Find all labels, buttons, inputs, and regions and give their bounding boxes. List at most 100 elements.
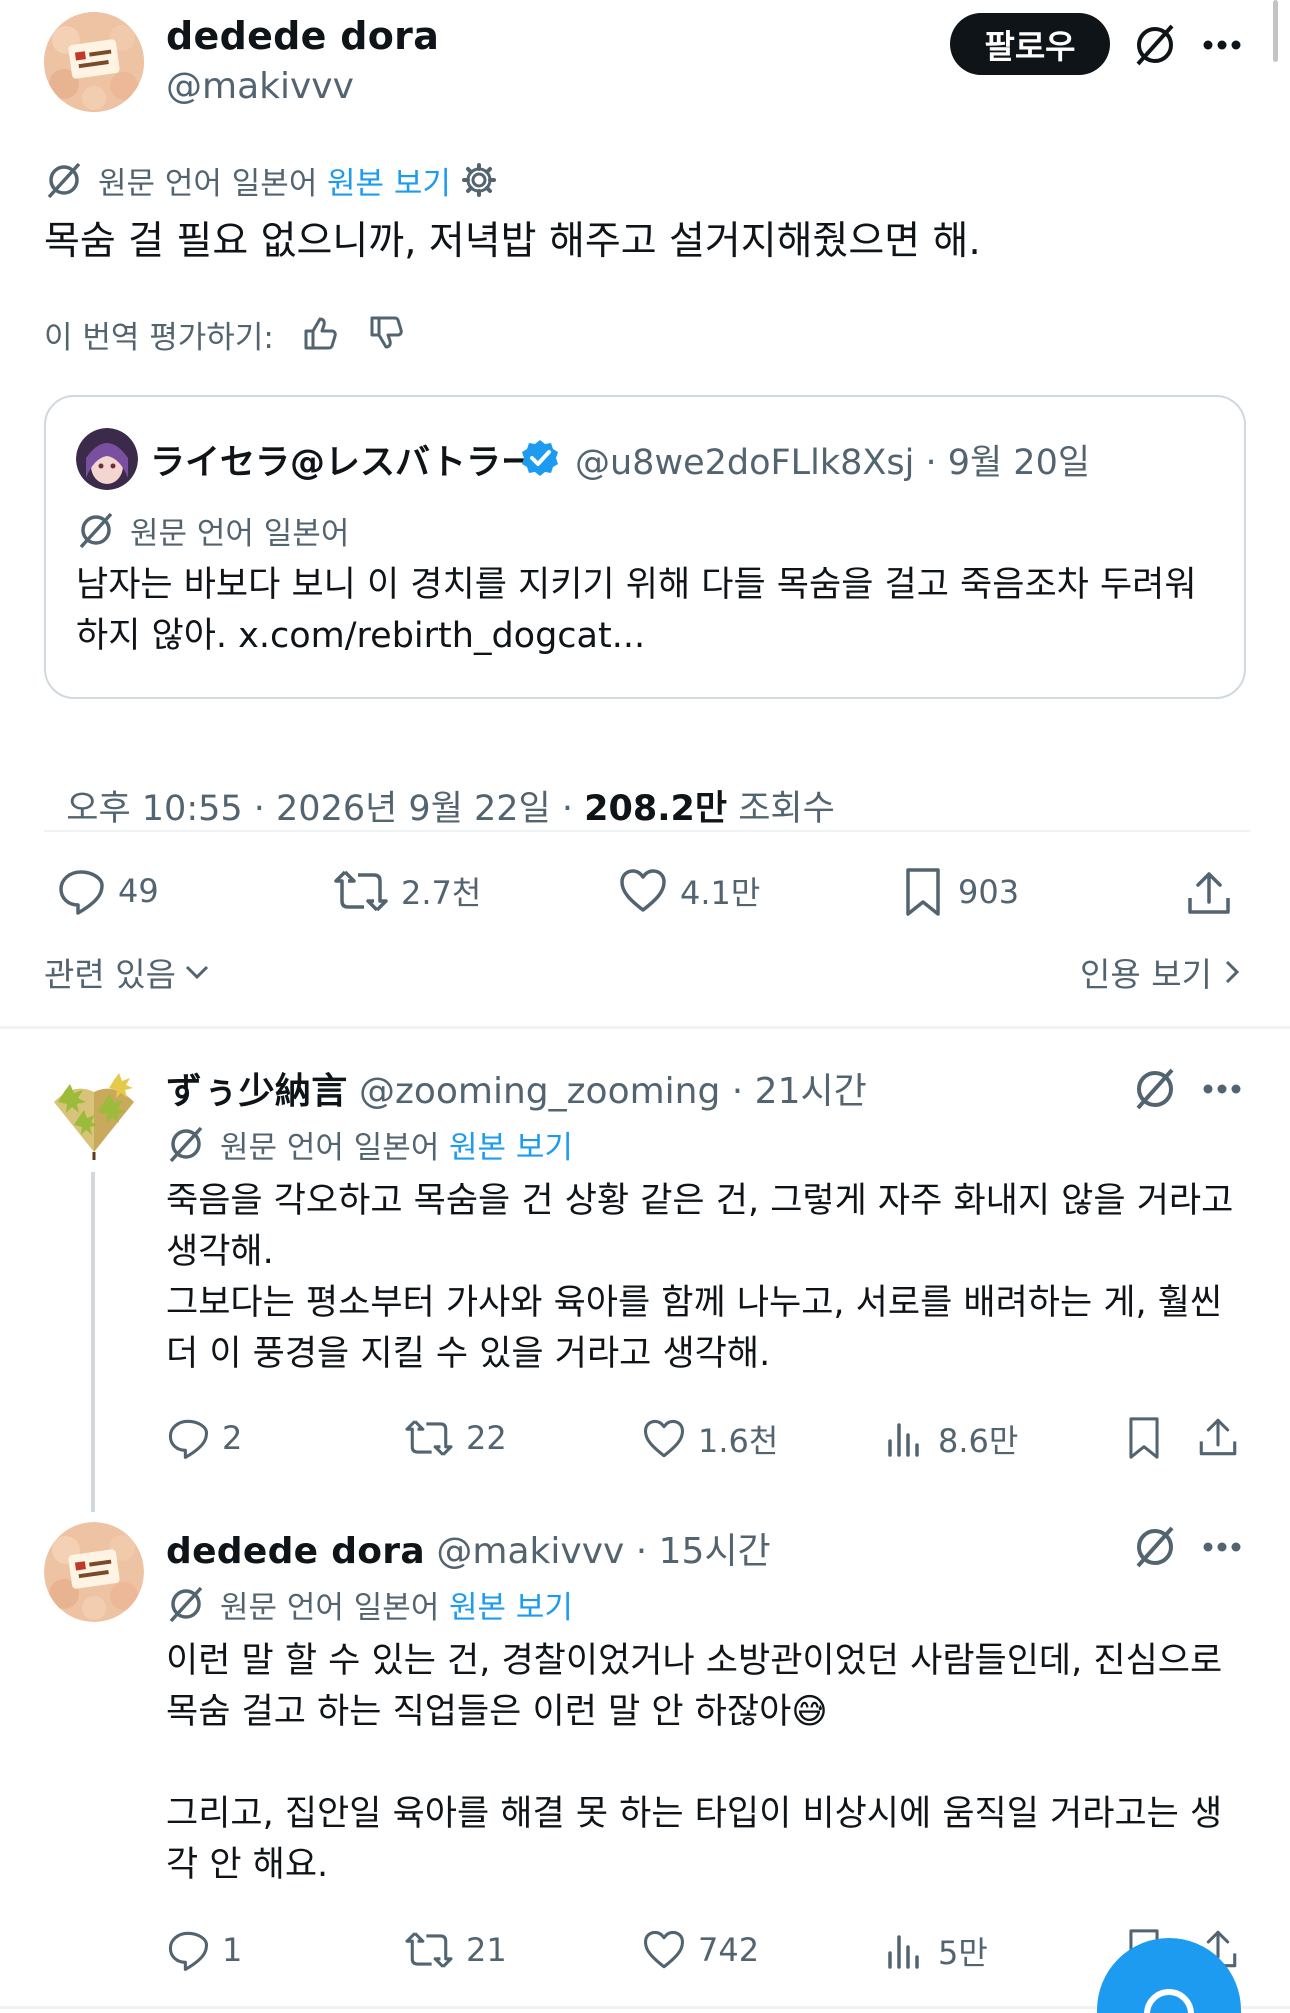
translate-icon	[166, 1124, 206, 1168]
retweet-icon	[405, 1932, 453, 1968]
share-icon[interactable]	[1196, 1414, 1240, 1464]
reply-count: 2	[222, 1419, 243, 1457]
bookmark-icon	[906, 868, 940, 916]
translate-icon[interactable]	[1132, 1524, 1178, 1574]
reply-handle-time: @zooming_zooming · 21시간	[358, 1071, 867, 1112]
views-button[interactable]: 5만	[882, 1928, 988, 1974]
reply-avatar[interactable]	[44, 1062, 144, 1162]
retweet-button[interactable]: 21	[404, 1928, 507, 1972]
quote-handle-date: @u8we2doFLlk8Xsj · 9월 20일	[575, 443, 1091, 483]
translate-icon[interactable]	[1132, 22, 1178, 72]
like-button[interactable]: 742	[642, 1928, 759, 1972]
translation-source-label: 원문 언어 일본어	[220, 1130, 440, 1166]
reply-icon	[168, 1419, 209, 1459]
retweet-count: 21	[466, 1931, 507, 1969]
retweet-count: 2.7천	[401, 874, 482, 912]
reply-icon	[59, 870, 104, 915]
retweet-icon	[334, 870, 388, 912]
translate-icon	[44, 160, 84, 204]
reply-text-line1: 이런 말 할 수 있는 건, 경찰이었거나 소방관이었던 사람들인데, 진심으로	[166, 1641, 1223, 1681]
translate-icon	[166, 1584, 206, 1628]
author-handle[interactable]: @makivvv	[166, 66, 354, 107]
reply-button[interactable]: 1	[166, 1928, 242, 1972]
reply-count: 1	[222, 1931, 243, 1969]
quote-author-name[interactable]: ライセラ@レスバトラー	[150, 434, 536, 485]
retweet-button[interactable]: 22	[404, 1416, 507, 1460]
views-icon	[888, 1423, 919, 1457]
like-count: 742	[698, 1931, 760, 1969]
gear-icon[interactable]	[460, 161, 498, 203]
reply-count: 49	[118, 872, 159, 910]
reply-author-name[interactable]: dedede dora	[166, 1531, 425, 1572]
like-icon	[643, 1930, 685, 1969]
view-count: 208.2만	[584, 789, 728, 829]
quote-avatar[interactable]	[76, 428, 138, 490]
reply-author-name[interactable]: ずぅ少納言	[166, 1071, 348, 1112]
reply-text-line1: 죽음을 각오하고 목숨을 건 상황 같은 건, 그렇게 자주 화내지 않을 거라…	[166, 1181, 1234, 1221]
retweet-icon	[405, 1420, 453, 1456]
translation-source-label: 원문 언어 일본어	[98, 166, 318, 202]
reply-text-line2: 목숨 걸고 하는 직업들은 이런 말 안 하잖아😅	[166, 1692, 828, 1732]
section-divider	[0, 1026, 1290, 1029]
rate-translation-label: 이 번역 평가하기:	[44, 320, 274, 356]
tweet-text: 목숨 걸 필요 없으니까, 저녁밥 해주고 설거지해줬으면 해.	[44, 219, 981, 264]
more-icon[interactable]	[1202, 1080, 1242, 1099]
view-original-link[interactable]: 원본 보기	[449, 1122, 573, 1167]
thumbs-down-icon[interactable]	[366, 313, 406, 357]
follow-button[interactable]: 팔로우	[950, 13, 1110, 75]
reply-text-line4: 그리고, 집안일 육아를 해결 못 하는 타입이 비상시에 움직일 거라고는 생	[166, 1794, 1223, 1834]
chevron-down-icon	[185, 965, 208, 980]
thread-line	[91, 1172, 95, 1512]
more-icon[interactable]	[1202, 36, 1242, 55]
reply-header: dedede dora @makivvv · 15시간	[166, 1522, 771, 1574]
reply-handle-time: @makivvv · 15시간	[436, 1531, 771, 1572]
view-original-link[interactable]: 원본 보기	[327, 158, 451, 203]
reply-text-line4: 더 이 풍경을 지킬 수 있을 거라고 생각해.	[166, 1334, 771, 1374]
tweet-timestamp[interactable]: 오후 10:55 · 2026년 9월 22일 ·	[66, 789, 584, 829]
reply-button[interactable]: 2	[166, 1416, 242, 1460]
scrollbar[interactable]	[1273, 0, 1278, 62]
view-count: 8.6만	[938, 1422, 1019, 1460]
author-name[interactable]: dedede dora	[166, 14, 439, 58]
reply-text-line3: 그보다는 평소부터 가사와 육아를 함께 나누고, 서로를 배려하는 게, 훨씬	[166, 1283, 1223, 1323]
chevron-right-icon	[1225, 960, 1240, 984]
reply-text-line5: 각 안 해요.	[166, 1845, 329, 1885]
like-icon	[620, 869, 666, 912]
view-count: 5만	[938, 1934, 988, 1972]
translate-icon[interactable]	[1132, 1066, 1178, 1116]
bookmark-button[interactable]: 903	[900, 866, 1019, 918]
view-quotes-link[interactable]: 인용 보기	[1080, 948, 1244, 996]
related-label: 관련 있음	[44, 955, 176, 994]
bookmark-count: 903	[958, 873, 1020, 911]
like-count: 4.1만	[680, 874, 761, 912]
quote-text-line1: 남자는 바보다 보니 이 경치를 지키기 위해 다들 목숨을 걸고 죽음조차 두…	[76, 565, 1197, 605]
like-count: 1.6천	[698, 1422, 779, 1460]
view-quotes-label: 인용 보기	[1080, 955, 1212, 994]
reply-avatar[interactable]	[44, 1522, 144, 1622]
thumbs-up-icon[interactable]	[300, 313, 340, 357]
translation-source-label: 원문 언어 일본어	[220, 1590, 440, 1626]
quote-translation-label: 원문 언어 일본어	[130, 516, 350, 552]
like-button[interactable]: 4.1만	[618, 866, 760, 916]
reply-header: ずぅ少納言 @zooming_zooming · 21시간	[166, 1062, 867, 1114]
reply-text-line2: 생각해.	[166, 1232, 274, 1272]
avatar[interactable]	[44, 12, 144, 112]
view-label: 조회수	[727, 789, 835, 829]
related-dropdown[interactable]: 관련 있음	[44, 948, 212, 996]
views-icon	[888, 1935, 919, 1969]
view-original-link[interactable]: 원본 보기	[449, 1582, 573, 1627]
share-icon[interactable]	[1184, 868, 1234, 922]
retweet-count: 22	[466, 1419, 507, 1457]
divider	[44, 830, 1250, 832]
more-icon[interactable]	[1202, 1538, 1242, 1557]
like-icon	[643, 1419, 685, 1458]
reply-button[interactable]: 49	[56, 866, 159, 916]
retweet-button[interactable]: 2.7천	[333, 866, 481, 916]
bookmark-icon[interactable]	[1124, 1414, 1164, 1466]
like-button[interactable]: 1.6천	[642, 1416, 778, 1462]
verified-badge-icon	[520, 438, 560, 482]
tweet-meta: 오후 10:55 · 2026년 9월 22일 · 208.2만 조회수	[44, 740, 835, 831]
translate-icon	[76, 510, 116, 554]
quote-text-line2: 하지 않아. x.com/rebirth_dogcat...	[76, 616, 646, 656]
views-button[interactable]: 8.6만	[882, 1416, 1018, 1462]
